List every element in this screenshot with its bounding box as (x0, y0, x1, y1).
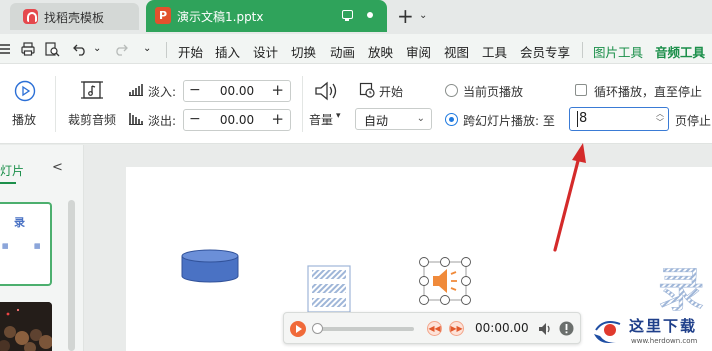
slide-thumbnail-1[interactable]: 录 ▦ ▦ (0, 202, 52, 286)
rewind-button[interactable]: ◀◀ (427, 321, 442, 336)
fade-out-stepper[interactable]: − 00.00 + (183, 109, 291, 131)
presentation-file-icon: P (155, 7, 171, 24)
tab-label: 找稻壳模板 (44, 11, 105, 25)
menu-slideshow[interactable]: 放映 (368, 42, 393, 61)
docer-logo-icon (23, 9, 38, 24)
increment-button[interactable]: + (271, 110, 284, 128)
text-caret (577, 111, 578, 127)
menu-animation[interactable]: 动画 (330, 42, 355, 61)
divider (302, 76, 303, 132)
new-tab-plus-icon[interactable]: + (397, 4, 414, 28)
loop-checkbox[interactable] (575, 84, 587, 96)
tab-template-store[interactable]: 找稻壳模板 (10, 3, 139, 30)
panel-title[interactable]: 灯片 (0, 162, 24, 179)
thumb-title: 录 (14, 216, 25, 229)
stop-slide-input[interactable]: 8 ︿ ﹀ (569, 107, 669, 131)
spin-arrows-icon[interactable]: ︿ ﹀ (656, 109, 664, 127)
thumb-mark-icon: ▦ (2, 242, 9, 250)
start-label: 开始 (379, 85, 404, 99)
seek-handle[interactable] (312, 323, 323, 334)
audio-object[interactable] (418, 256, 472, 306)
thumb-image (0, 302, 52, 351)
stop-suffix: 页停止 (675, 114, 712, 128)
redo-icon[interactable] (113, 41, 129, 57)
watermark: 这里下载 www.herdown.com (585, 310, 712, 351)
menu-review[interactable]: 审阅 (406, 42, 431, 61)
panel-title-underline (0, 182, 16, 184)
menu-insert[interactable]: 插入 (215, 42, 240, 61)
audio-speaker-icon (419, 257, 471, 305)
trim-audio-button[interactable]: 裁剪音频 (68, 111, 116, 128)
audio-playback-bar: ◀◀ ▶▶ 00:00.00 (283, 312, 581, 344)
menu-picture-tools[interactable]: 图片工具 (593, 42, 643, 61)
watermark-url: www.herdown.com (631, 337, 698, 345)
menu-design[interactable]: 设计 (253, 42, 278, 61)
stop-slide-value[interactable]: 8 (579, 111, 587, 126)
fade-in-icon (129, 84, 143, 96)
annotation-arrow (553, 143, 586, 252)
start-clock-icon (359, 82, 375, 98)
play-pause-button[interactable] (290, 321, 306, 337)
menu-icon[interactable] (0, 41, 12, 57)
start-select-value[interactable]: 自动 (364, 112, 388, 129)
volume-button[interactable]: 音量 (309, 111, 333, 128)
divider (166, 42, 167, 58)
trim-audio-icon[interactable] (80, 78, 104, 102)
slide-thumbnail-2[interactable] (0, 302, 52, 351)
undo-icon[interactable] (72, 41, 88, 57)
play-icon[interactable] (14, 80, 36, 102)
collapse-panel-icon[interactable]: < (52, 160, 63, 175)
chevron-down-icon[interactable]: ⌄ (143, 43, 151, 54)
divider (55, 76, 56, 132)
menu-bar: ⌄ ⌄ 开始 插入 设计 切换 动画 放映 审阅 视图 工具 会员专享 图片工具… (0, 34, 712, 67)
striped-glyph-art[interactable] (306, 264, 352, 314)
loop-label[interactable]: 循环播放，直至停止 (594, 83, 702, 100)
radio-current-slide[interactable] (445, 84, 458, 97)
chevron-down-icon[interactable]: ⌄ (93, 43, 101, 54)
volume-icon[interactable] (313, 80, 339, 102)
unsaved-dot-icon (367, 12, 373, 18)
radio-across-slides-label[interactable]: 跨幻灯片播放: 至 (463, 112, 555, 129)
play-button[interactable]: 播放 (12, 111, 36, 128)
fade-in-label: 淡入: (148, 85, 177, 99)
increment-button[interactable]: + (271, 81, 284, 99)
ribbon: 播放 裁剪音频 淡入: − 00.00 + 淡出: − 00.00 + 音量 ▾… (0, 64, 712, 144)
start-select[interactable]: 自动 ⌄ (355, 108, 432, 130)
info-alert-icon[interactable] (559, 321, 574, 336)
window-mode-icon[interactable] (342, 10, 353, 21)
chevron-down-icon[interactable]: ▾ (336, 111, 341, 121)
thumb-mark-icon: ▦ (34, 242, 41, 250)
art-character: 录 (657, 262, 705, 312)
tab-label: 演示文稿1.pptx (177, 10, 264, 24)
speaker-volume-icon[interactable] (537, 321, 553, 337)
menu-transition[interactable]: 切换 (291, 42, 316, 61)
menu-audio-tools[interactable]: 音频工具 (655, 42, 706, 67)
watermark-site: 这里下载 (629, 317, 698, 335)
print-icon[interactable] (20, 41, 36, 57)
chevron-down-icon[interactable]: ⌄ (419, 10, 427, 21)
print-preview-icon[interactable] (44, 41, 60, 57)
radio-across-slides[interactable] (445, 113, 458, 126)
menu-member[interactable]: 会员专享 (520, 42, 570, 61)
tab-presentation[interactable]: P 演示文稿1.pptx (146, 0, 387, 32)
striped-character-art[interactable]: 录 (655, 262, 712, 312)
tab-bar: 找稻壳模板 P 演示文稿1.pptx + ⌄ (0, 0, 712, 34)
cylinder-shape[interactable] (180, 248, 240, 284)
playback-time: 00:00.00 (475, 321, 529, 335)
seek-track[interactable] (316, 327, 414, 331)
fade-in-stepper[interactable]: − 00.00 + (183, 80, 291, 102)
divider (582, 42, 583, 58)
fade-out-label: 淡出: (148, 114, 177, 128)
scrollbar[interactable] (68, 200, 75, 351)
fast-forward-button[interactable]: ▶▶ (449, 321, 464, 336)
menu-view[interactable]: 视图 (444, 42, 469, 61)
radio-current-slide-label[interactable]: 当前页播放 (463, 83, 523, 100)
menu-start[interactable]: 开始 (178, 42, 203, 61)
menu-tools[interactable]: 工具 (482, 42, 507, 61)
watermark-logo-icon (594, 321, 621, 343)
fade-out-icon (129, 113, 143, 125)
chevron-down-icon[interactable]: ⌄ (417, 113, 425, 124)
